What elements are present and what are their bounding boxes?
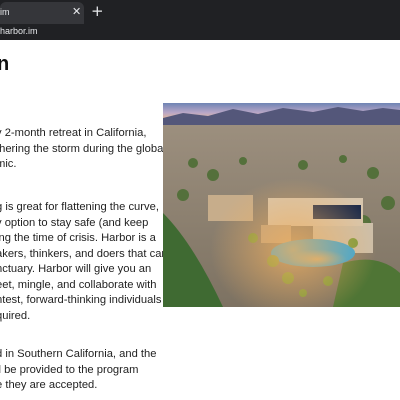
text-line: d in Southern California, and the (0, 348, 157, 360)
text-line: g is great for flattening the curve, (0, 201, 159, 213)
intro-paragraph: y 2-month retreat in California, thering… (0, 126, 166, 173)
text-line: quired. (0, 309, 31, 322)
text-line: nctuary. Harbor will give you an (0, 263, 152, 275)
body-paragraph: g is great for flattening the curve, y o… (0, 200, 169, 324)
retreat-photo (163, 103, 400, 307)
tab-title: im (0, 7, 10, 17)
text-line: eet, mingle, and collaborate with (0, 278, 157, 291)
text-line: y 2-month retreat in California, (0, 127, 147, 139)
text-line: ll be provided to the program (0, 363, 139, 376)
text-line: thering the storm during the global (0, 142, 166, 155)
location-paragraph: d in Southern California, and the ll be … (0, 347, 156, 394)
browser-tab[interactable]: im ✕ (0, 2, 84, 24)
text-line: ing the time of crisis. Harbor is a (0, 232, 156, 244)
page-title: n (0, 53, 10, 75)
address-bar: harbor.im (0, 24, 400, 40)
text-line: y option to stay safe (and keep (0, 216, 149, 229)
url-text: harbor.im (0, 26, 38, 36)
browser-tab-bar: im ✕ + (0, 0, 400, 24)
url-field[interactable]: harbor.im (0, 24, 400, 40)
text-line: akers, thinkers, and doers that can (0, 247, 168, 260)
aerial-estate-image (163, 103, 400, 307)
text-line: ntest, forward-thinking individuals - (0, 294, 169, 306)
close-tab-icon[interactable]: ✕ (72, 5, 81, 18)
new-tab-icon[interactable]: + (91, 3, 104, 19)
text-line: mic. (0, 158, 17, 170)
page-content: n y 2-month retreat in California, theri… (0, 40, 400, 400)
text-line: e they are accepted. (0, 379, 98, 391)
